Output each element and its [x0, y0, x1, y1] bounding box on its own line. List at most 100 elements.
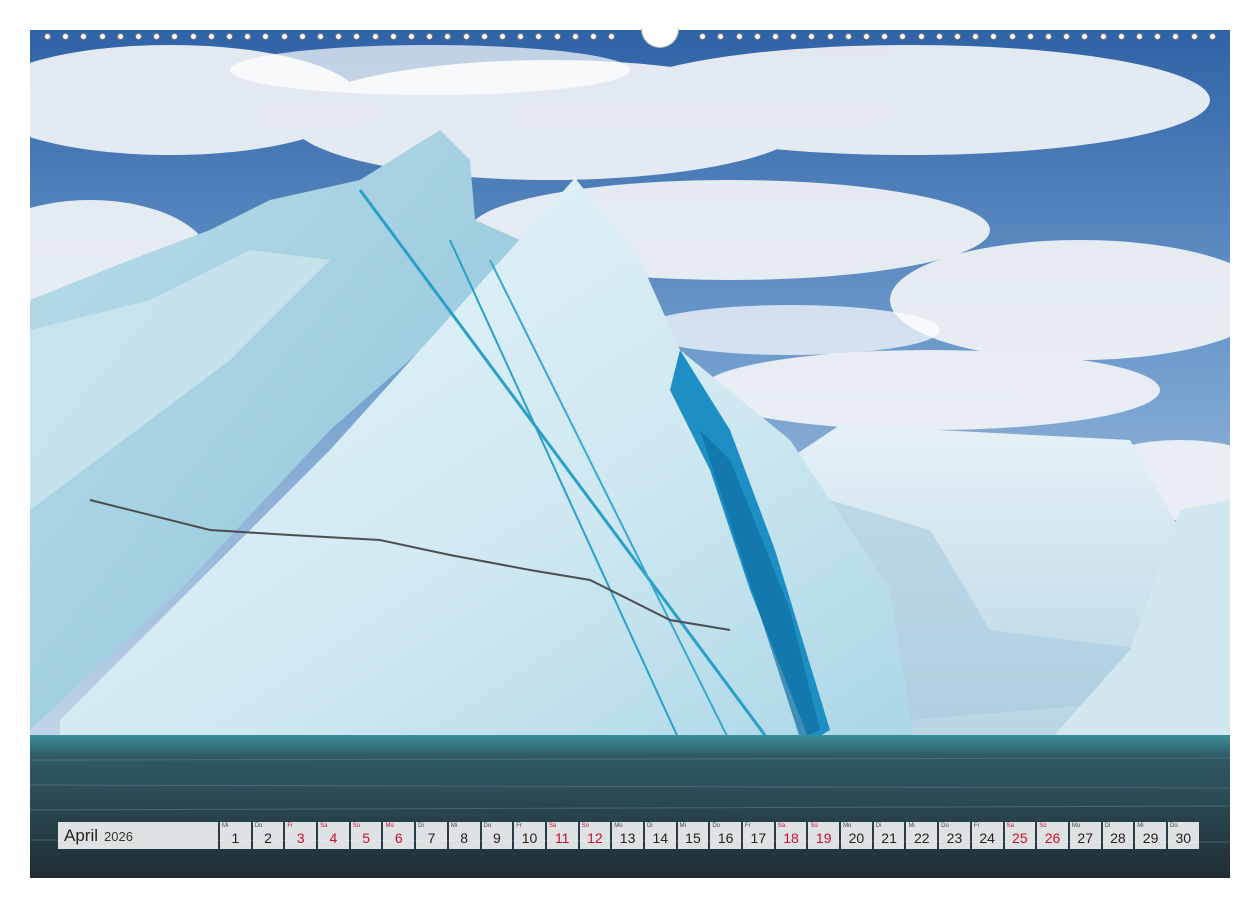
day-cell: Mo 6 [383, 822, 415, 849]
day-cell: Fr 3 [285, 822, 317, 849]
year: 2026 [104, 829, 133, 844]
day-number: 9 [492, 830, 501, 846]
iceberg-illustration [30, 30, 1230, 878]
weekday-abbrev: Mi [222, 823, 229, 829]
binding-hole [990, 33, 998, 40]
binding-hole [480, 33, 488, 40]
weekday-abbrev: Fr [745, 823, 751, 829]
day-number: 5 [362, 830, 370, 846]
binding-hole [444, 33, 452, 40]
day-cell: So 19 [808, 822, 840, 849]
day-cell: Mi 1 [220, 822, 251, 849]
binding-hole [1208, 33, 1216, 40]
binding-hole [389, 33, 397, 40]
binding-hole [881, 33, 889, 40]
binding-hole [98, 33, 106, 40]
day-number: 25 [1012, 830, 1028, 846]
day-cell: Do 9 [481, 822, 513, 849]
day-number: 27 [1077, 830, 1093, 846]
binding-hole [535, 33, 543, 40]
weekday-abbrev: Sa [777, 823, 786, 829]
day-cell: Do 16 [710, 822, 741, 849]
day-cell: Do 30 [1167, 822, 1199, 849]
binding-hole [226, 33, 233, 40]
day-number: 4 [329, 830, 338, 846]
day-cell: Sa 25 [1004, 822, 1036, 849]
day-cell: Sa 11 [546, 822, 578, 849]
weekday-abbrev: So [581, 823, 589, 829]
binding-hole [80, 33, 88, 40]
binding-hole [917, 33, 925, 40]
spiral-binding [30, 28, 1230, 48]
day-cell: Fr 10 [514, 822, 545, 849]
binding-hole [954, 33, 961, 40]
day-cell: Sa 18 [775, 822, 807, 849]
day-number: 26 [1044, 830, 1061, 846]
day-cells: Mi 1 Do 2 Fr 3 Sa 4 So 5 Mo 6 Di 7 Mi 8 Do 9 Fr 10 Sa 11 So 12 M… [220, 822, 1199, 849]
binding-hole [753, 33, 761, 40]
day-number: 17 [750, 830, 767, 846]
weekday-abbrev: Di [875, 823, 882, 829]
binding-hole [1081, 33, 1089, 40]
day-number: 2 [264, 830, 272, 846]
day-number: 20 [848, 830, 865, 846]
binding-hole [207, 33, 215, 40]
binding-hole [826, 33, 834, 40]
day-number: 14 [652, 830, 669, 846]
binding-hole [244, 33, 252, 40]
binding-hole [717, 33, 725, 40]
day-number: 10 [521, 830, 538, 846]
weekday-abbrev: Di [418, 823, 424, 829]
binding-hole [1008, 33, 1016, 40]
day-cell: Fr 24 [971, 822, 1003, 849]
day-number: 6 [394, 830, 403, 846]
binding-hole [1154, 33, 1162, 40]
day-number: 18 [783, 830, 799, 846]
binding-hole [790, 33, 798, 40]
day-number: 7 [427, 830, 436, 846]
binding-hole [863, 33, 870, 40]
binding-hole [1026, 33, 1034, 40]
binding-hole [553, 33, 561, 40]
day-cell: Mo 13 [612, 822, 643, 849]
binding-hole [1099, 33, 1107, 40]
day-cell: Mi 29 [1135, 822, 1166, 849]
day-number: 21 [881, 830, 897, 846]
binding-hole [462, 33, 470, 40]
binding-hole [189, 33, 197, 40]
day-cell: Di 21 [873, 822, 905, 849]
binding-hole [44, 33, 51, 40]
day-number: 19 [815, 830, 832, 846]
day-number: 29 [1142, 830, 1159, 846]
day-cell: So 26 [1037, 822, 1068, 849]
weekday-abbrev: Mo [843, 823, 852, 829]
binding-hole [1172, 33, 1180, 40]
binding-hole [808, 33, 816, 40]
binding-hole [1045, 33, 1052, 40]
binding-hole [1190, 33, 1198, 40]
day-number: 23 [946, 830, 963, 846]
month-name: April [64, 825, 99, 845]
day-cell: Fr 17 [743, 822, 774, 849]
binding-hole [899, 33, 907, 40]
weekday-abbrev: Mo [1071, 823, 1081, 829]
binding-hole [735, 33, 743, 40]
binding-hole [335, 33, 343, 40]
weekday-abbrev: Mi [679, 823, 686, 829]
day-cell: Sa 4 [318, 822, 349, 849]
calendar-page: April 2026 Mi 1 Do 2 Fr 3 Sa 4 So 5 Mo 6 Di 7 Mi 8 Do 9 Fr… [0, 0, 1260, 908]
day-number: 24 [979, 830, 995, 846]
binding-hole [935, 33, 943, 40]
day-cell: So 5 [350, 822, 382, 849]
binding-hole [371, 33, 379, 40]
day-number: 16 [717, 830, 734, 846]
weekday-abbrev: Do [483, 823, 492, 829]
weekday-abbrev: Do [941, 823, 949, 829]
binding-hole [571, 33, 579, 40]
binding-hole [116, 33, 124, 40]
day-cell: Di 28 [1102, 822, 1134, 849]
day-cell: Mi 8 [448, 822, 480, 849]
weekday-abbrev: Mi [1137, 823, 1144, 829]
day-number: 22 [913, 830, 930, 846]
binding-hole [1117, 33, 1125, 40]
